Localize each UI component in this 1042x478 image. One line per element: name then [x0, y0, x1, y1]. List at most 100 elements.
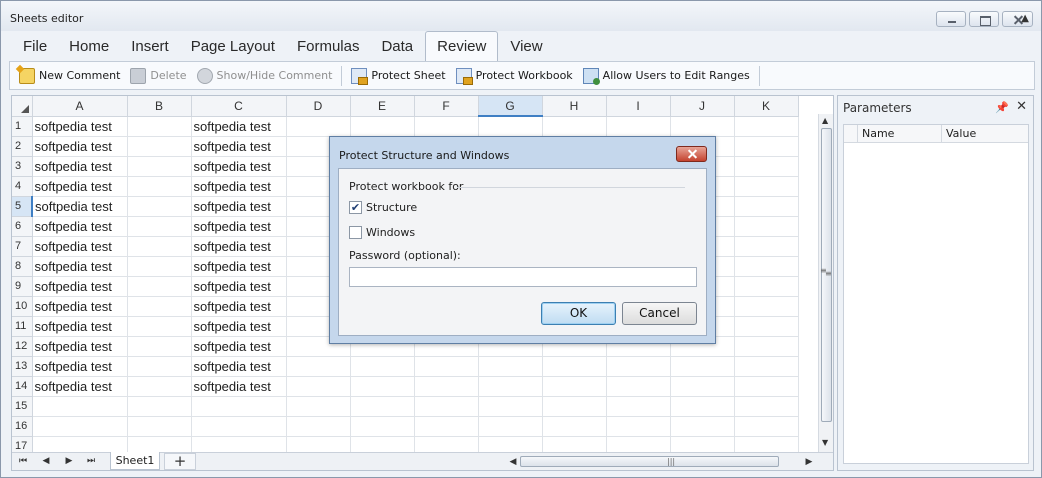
cell-b12[interactable]	[127, 336, 192, 357]
tab-insert[interactable]: Insert	[120, 31, 180, 61]
cell-d14[interactable]	[286, 376, 351, 397]
cell-c11[interactable]: softpedia test	[191, 316, 287, 337]
cell-f14[interactable]	[414, 376, 479, 397]
cell-c7[interactable]: softpedia test	[191, 236, 287, 257]
column-header-value[interactable]: Value	[942, 125, 1028, 142]
cell-g15[interactable]	[478, 396, 543, 417]
structure-option[interactable]: ✔ Structure	[349, 201, 417, 214]
cell-j16[interactable]	[670, 416, 735, 437]
cell-g1[interactable]	[478, 116, 543, 137]
cell-f15[interactable]	[414, 396, 479, 417]
cell-b2[interactable]	[127, 136, 192, 157]
ok-button[interactable]: OK	[541, 302, 616, 325]
cancel-button[interactable]: Cancel	[622, 302, 697, 325]
tab-view[interactable]: View	[499, 31, 553, 61]
cell-g13[interactable]	[478, 356, 543, 377]
sheet-tab-sheet1[interactable]: Sheet1	[110, 452, 160, 470]
cell-c10[interactable]: softpedia test	[191, 296, 287, 317]
new-comment-button[interactable]: New Comment	[14, 65, 125, 87]
column-header-g[interactable]: G	[478, 96, 543, 117]
pin-icon[interactable]: 📌	[995, 101, 1009, 114]
column-header-j[interactable]: J	[670, 96, 735, 117]
cell-b9[interactable]	[127, 276, 192, 297]
protect-sheet-button[interactable]: Protect Sheet	[346, 65, 450, 87]
cell-k3[interactable]	[734, 156, 799, 177]
cell-a13[interactable]: softpedia test	[32, 356, 128, 377]
vertical-scroll-thumb[interactable]: ≡	[821, 128, 832, 422]
cell-e13[interactable]	[350, 356, 415, 377]
panel-splitter-icon[interactable]: ≡	[820, 266, 827, 275]
cell-a3[interactable]: softpedia test	[32, 156, 128, 177]
cell-e1[interactable]	[350, 116, 415, 137]
cell-g14[interactable]	[478, 376, 543, 397]
cell-k12[interactable]	[734, 336, 799, 357]
row-header[interactable]: 14	[12, 376, 33, 397]
column-header-c[interactable]: C	[191, 96, 287, 117]
column-header-e[interactable]: E	[350, 96, 415, 117]
cell-c13[interactable]: softpedia test	[191, 356, 287, 377]
cell-e15[interactable]	[350, 396, 415, 417]
row-header[interactable]: 11	[12, 316, 33, 337]
row-header[interactable]: 13	[12, 356, 33, 377]
dialog-close-button[interactable]	[676, 146, 707, 162]
cell-b11[interactable]	[127, 316, 192, 337]
cell-k1[interactable]	[734, 116, 799, 137]
cell-b5[interactable]	[127, 196, 192, 217]
show-hide-comment-button[interactable]: Show/Hide Comment	[192, 65, 338, 87]
column-header-b[interactable]: B	[127, 96, 192, 117]
column-header-i[interactable]: I	[606, 96, 671, 117]
cell-h15[interactable]	[542, 396, 607, 417]
column-header-d[interactable]: D	[286, 96, 351, 117]
cell-e16[interactable]	[350, 416, 415, 437]
close-panel-icon[interactable]: ✕	[1016, 99, 1027, 114]
row-header[interactable]: 12	[12, 336, 33, 357]
tab-page-layout[interactable]: Page Layout	[180, 31, 286, 61]
cell-c12[interactable]: softpedia test	[191, 336, 287, 357]
tab-formulas[interactable]: Formulas	[286, 31, 371, 61]
select-all-corner[interactable]	[12, 96, 33, 117]
horizontal-scroll-thumb[interactable]: |||	[520, 456, 779, 467]
row-header[interactable]: 5	[12, 196, 33, 217]
cell-b6[interactable]	[127, 216, 192, 237]
cell-b14[interactable]	[127, 376, 192, 397]
cell-d16[interactable]	[286, 416, 351, 437]
scroll-right-icon[interactable]: ▶	[802, 455, 816, 469]
cell-k11[interactable]	[734, 316, 799, 337]
row-header[interactable]: 9	[12, 276, 33, 297]
password-field[interactable]	[349, 267, 697, 287]
cell-k8[interactable]	[734, 256, 799, 277]
cell-k6[interactable]	[734, 216, 799, 237]
row-header[interactable]: 3	[12, 156, 33, 177]
cell-h1[interactable]	[542, 116, 607, 137]
cell-k16[interactable]	[734, 416, 799, 437]
row-header[interactable]: 4	[12, 176, 33, 197]
cell-a10[interactable]: softpedia test	[32, 296, 128, 317]
row-header[interactable]: 1	[12, 116, 33, 137]
cell-a4[interactable]: softpedia test	[32, 176, 128, 197]
cell-b13[interactable]	[127, 356, 192, 377]
cell-b4[interactable]	[127, 176, 192, 197]
row-header[interactable]: 2	[12, 136, 33, 157]
cell-a9[interactable]: softpedia test	[32, 276, 128, 297]
cell-k15[interactable]	[734, 396, 799, 417]
column-header-k[interactable]: K	[734, 96, 799, 117]
last-sheet-icon[interactable]: ⏭	[84, 454, 98, 468]
cell-j14[interactable]	[670, 376, 735, 397]
tab-file[interactable]: File	[1, 31, 58, 61]
cell-b16[interactable]	[127, 416, 192, 437]
cell-c4[interactable]: softpedia test	[191, 176, 287, 197]
cell-k5[interactable]	[734, 196, 799, 217]
cell-d15[interactable]	[286, 396, 351, 417]
cell-i15[interactable]	[606, 396, 671, 417]
cell-a12[interactable]: softpedia test	[32, 336, 128, 357]
tab-home[interactable]: Home	[58, 31, 120, 61]
cell-c6[interactable]: softpedia test	[191, 216, 287, 237]
cell-b3[interactable]	[127, 156, 192, 177]
cell-d13[interactable]	[286, 356, 351, 377]
row-header[interactable]: 6	[12, 216, 33, 237]
row-header[interactable]: 10	[12, 296, 33, 317]
column-header-h[interactable]: H	[542, 96, 607, 117]
cell-i13[interactable]	[606, 356, 671, 377]
cell-j13[interactable]	[670, 356, 735, 377]
delete-comment-button[interactable]: Delete	[125, 65, 191, 87]
